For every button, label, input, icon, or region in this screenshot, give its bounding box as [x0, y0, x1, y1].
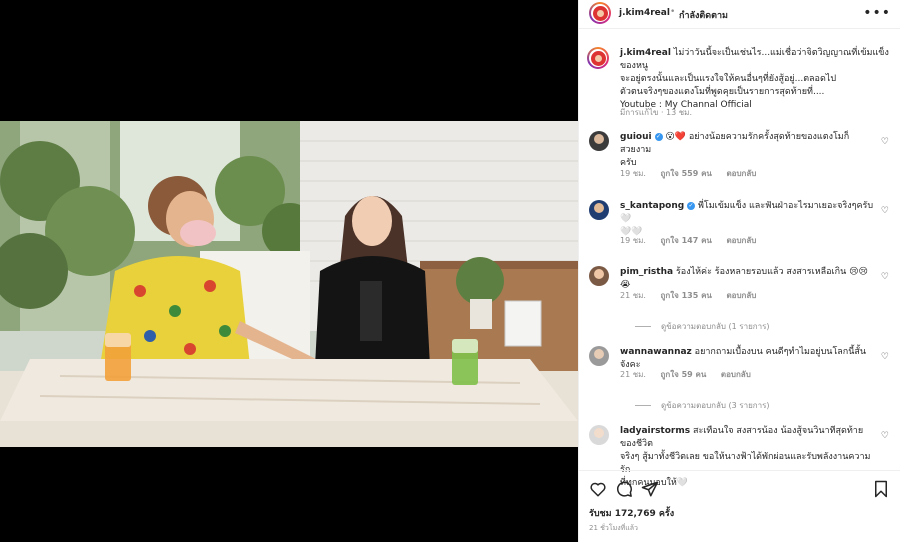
view-count[interactable]: รับชม 172,769 ครั้ง [589, 506, 674, 520]
caption-line: ตัวตนจริงๆของแตงโมที่พูดคุยเป็นรายการสุด… [620, 87, 825, 97]
comment-like-icon[interactable]: ♡ [881, 206, 889, 216]
view-replies-label[interactable]: ดูข้อความตอบกลับ (1 รายการ) [661, 322, 770, 331]
comment-username[interactable]: ladyairstorms [620, 426, 690, 436]
reply-button[interactable]: ตอบกลับ [726, 236, 756, 245]
view-replies-label[interactable]: ดูข้อความตอบกลับ (3 รายการ) [661, 401, 770, 410]
more-horizontal-icon[interactable]: ••• [863, 5, 891, 21]
comment-like-icon[interactable]: ♡ [881, 431, 889, 441]
comment-meta: 21 ชม. ถูกใจ 135 คน ตอบกลับ [620, 289, 768, 302]
comment-icon[interactable] [615, 480, 633, 498]
bookmark-icon[interactable] [873, 480, 889, 498]
caption-username[interactable]: j.kim4real [620, 48, 671, 58]
reply-button[interactable]: ตอบกลับ [721, 370, 751, 379]
comment-like-icon[interactable]: ♡ [881, 137, 889, 147]
replies-divider [635, 326, 651, 327]
author-username[interactable]: j.kim4real [619, 8, 670, 18]
replies-divider [635, 405, 651, 406]
caption-meta: มีการแก้ไข · 13 ชม. [620, 108, 692, 117]
comment-likes[interactable]: ถูกใจ 59 คน [661, 370, 707, 379]
comment-username[interactable]: wannawannaz [620, 347, 692, 357]
caption-avatar[interactable] [587, 47, 609, 69]
comment-likes[interactable]: ถูกใจ 147 คน [661, 236, 712, 245]
verified-badge-icon: ✓ [687, 202, 696, 210]
comment-time: 19 ชม. [620, 169, 646, 178]
video-player[interactable] [0, 121, 578, 447]
comment-text: guioui ✓ 😮❤️ อย่างน้อยความรักครั้งสุดท้า… [620, 131, 874, 170]
comment-username[interactable]: s_kantapong [620, 201, 684, 211]
post-header: j.kim4real • กำลังติดตาม ••• [579, 0, 900, 29]
follow-status-button[interactable]: กำลังติดตาม [679, 8, 728, 22]
post-media[interactable] [0, 0, 578, 542]
heart-icon[interactable] [589, 480, 607, 498]
comment-likes[interactable]: ถูกใจ 559 คน [661, 169, 712, 178]
comment-username[interactable]: guioui [620, 132, 652, 142]
comment-avatar[interactable] [589, 266, 609, 286]
comment-like-icon[interactable]: ♡ [881, 272, 889, 282]
send-icon[interactable] [641, 480, 659, 498]
author-avatar[interactable] [589, 2, 611, 24]
comment-time: 21 ชม. [620, 291, 646, 300]
comment-meta: 21 ชม. ถูกใจ 59 คน ตอบกลับ [620, 368, 763, 381]
comment-avatar[interactable] [589, 425, 609, 445]
comment-avatar[interactable] [589, 131, 609, 151]
caption-text: j.kim4real ไม่ว่าวันนี้จะเป็นเช่นไร...แม… [620, 47, 890, 112]
comment-likes[interactable]: ถูกใจ 135 คน [661, 291, 712, 300]
comment-time: 21 ชม. [620, 370, 646, 379]
view-replies-button[interactable]: ดูข้อความตอบกลับ (1 รายการ) [635, 320, 770, 333]
reply-button[interactable]: ตอบกลับ [726, 169, 756, 178]
reply-button[interactable]: ตอบกลับ [726, 291, 756, 300]
comment-avatar[interactable] [589, 200, 609, 220]
post-timestamp: 21 ชั่วโมงที่แล้ว [589, 524, 638, 532]
comment-avatar[interactable] [589, 346, 609, 366]
view-replies-button[interactable]: ดูข้อความตอบกลับ (3 รายการ) [635, 399, 770, 412]
comment-like-icon[interactable]: ♡ [881, 352, 889, 362]
video-frame [0, 121, 578, 447]
comment-username[interactable]: pim_ristha [620, 267, 673, 277]
header-separator: • [670, 7, 676, 17]
comment-meta: 19 ชม. ถูกใจ 559 คน ตอบกลับ [620, 167, 768, 180]
comment-meta: 19 ชม. ถูกใจ 147 คน ตอบกลับ [620, 234, 768, 247]
verified-badge-icon: ✓ [654, 133, 663, 141]
post-panel: j.kim4real • กำลังติดตาม ••• j.kim4real … [578, 0, 900, 542]
comment-time: 19 ชม. [620, 236, 646, 245]
action-bar: รับชม 172,769 ครั้ง 21 ชั่วโมงที่แล้ว [579, 470, 900, 543]
caption-line: จะอยู่ตรงนั้นและเป็นแรงใจให้คนอื่นๆที่ยั… [620, 74, 837, 84]
